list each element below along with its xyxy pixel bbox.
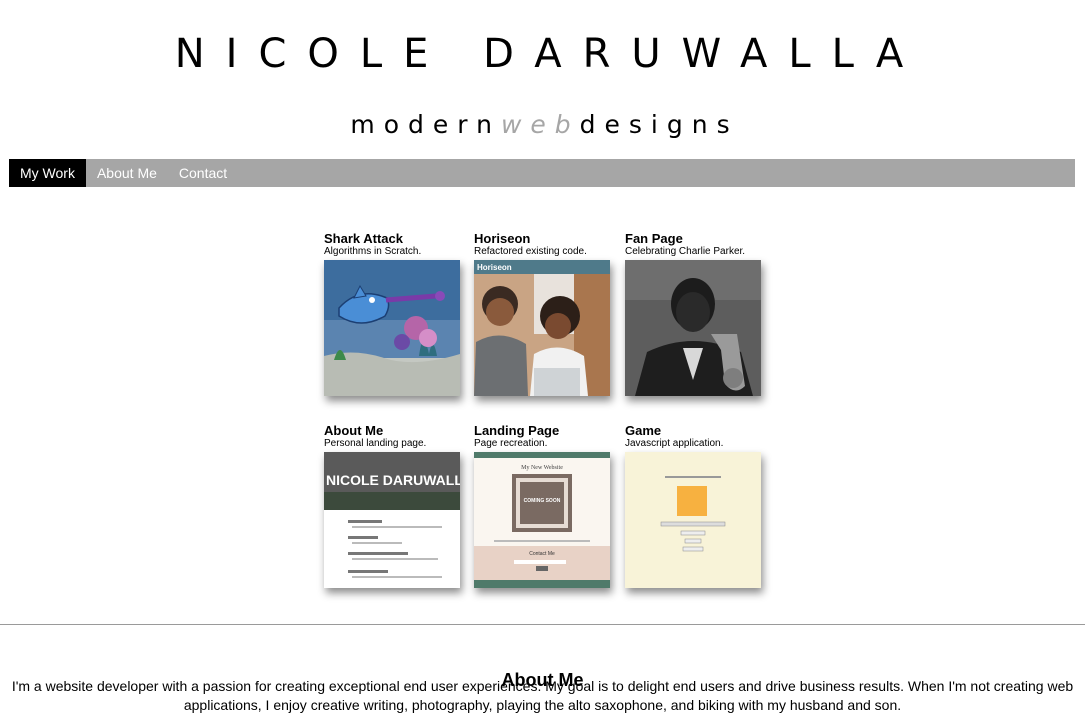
project-title: Landing Page (474, 423, 560, 438)
project-thumbnail-fan-page[interactable] (625, 260, 761, 396)
tagline-modern: modern (350, 110, 501, 139)
project-desc: Page recreation. (474, 438, 548, 449)
thumb-label: NICOLE DARUWALLA (326, 472, 460, 488)
about-text-line1: I'm a website developer with a passion f… (11, 678, 1074, 694)
project-thumbnail-about-me[interactable]: NICOLE DARUWALLA (324, 452, 460, 588)
project-title: Shark Attack (324, 231, 403, 246)
project-card-shark-attack[interactable]: Shark Attack Algorithms in Scratch. (324, 231, 460, 396)
project-card-game[interactable]: Game Javascript application. (625, 423, 761, 588)
project-thumbnail-game[interactable] (625, 452, 761, 588)
project-thumbnail-landing-page[interactable]: My New Website COMING SOON Contact Me (474, 452, 610, 588)
project-title: Fan Page (625, 231, 683, 246)
tagline-designs: designs (579, 110, 739, 139)
tagline: modernwebdesigns (0, 108, 1085, 142)
project-card-landing-page[interactable]: Landing Page Page recreation. My New Web… (474, 423, 610, 588)
project-title: Horiseon (474, 231, 531, 246)
project-card-about-me[interactable]: About Me Personal landing page. NICOLE D… (324, 423, 460, 588)
project-desc: Personal landing page. (324, 438, 427, 449)
project-thumbnail-horiseon[interactable]: Horiseon (474, 260, 610, 396)
project-desc: Javascript application. (625, 438, 724, 449)
project-desc: Celebrating Charlie Parker. (625, 246, 746, 257)
project-card-horiseon[interactable]: Horiseon Refactored existing code. Horis… (474, 231, 610, 396)
about-text: I'm a website developer with a passion f… (0, 677, 1085, 715)
nav-about-me[interactable]: About Me (86, 159, 168, 187)
main-nav: My Work About Me Contact (9, 159, 1075, 187)
section-divider (0, 624, 1085, 625)
project-title: About Me (324, 423, 384, 438)
nav-contact[interactable]: Contact (168, 159, 238, 187)
thumb-label: Horiseon (477, 263, 512, 272)
thumb-label: My New Website (521, 465, 563, 471)
project-card-fan-page[interactable]: Fan Page Celebrating Charlie Parker. (625, 231, 761, 396)
project-desc: Algorithms in Scratch. (324, 246, 422, 257)
site-title: NICOLE DARUWALLA (174, 31, 925, 77)
project-title: Game (625, 423, 662, 438)
thumb-label-3: Contact Me (529, 551, 555, 557)
tagline-web: web (500, 110, 580, 139)
thumb-label-2: COMING SOON (524, 498, 561, 504)
project-thumbnail-shark-attack[interactable] (324, 260, 460, 396)
nav-my-work[interactable]: My Work (9, 159, 86, 187)
project-desc: Refactored existing code. (474, 246, 587, 257)
